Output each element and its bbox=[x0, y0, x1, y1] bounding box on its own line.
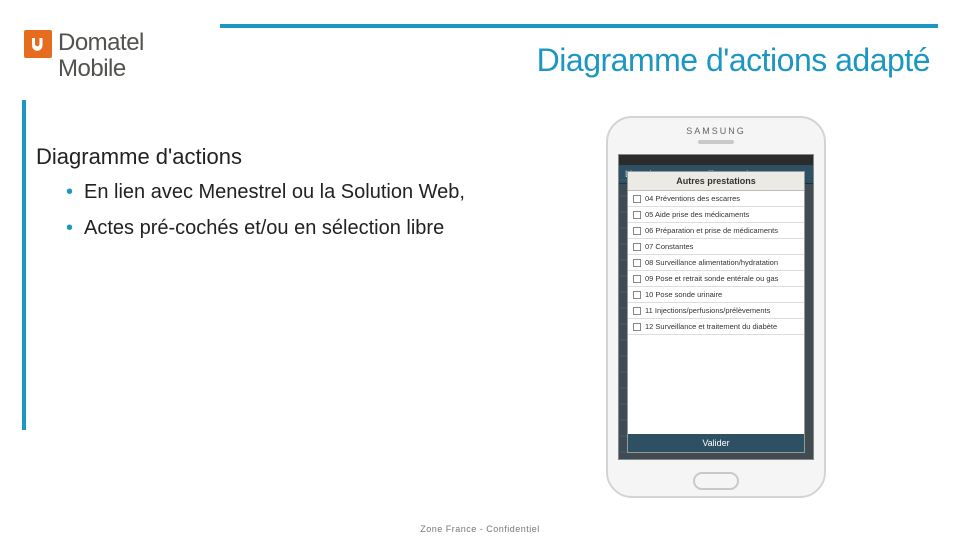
validate-button[interactable]: Valider bbox=[628, 434, 804, 452]
up-icon bbox=[24, 30, 52, 58]
item-label: 09 Pose et retrait sonde entérale ou gas bbox=[645, 274, 778, 283]
checkbox-icon[interactable] bbox=[633, 291, 641, 299]
checkbox-icon[interactable] bbox=[633, 227, 641, 235]
list-item[interactable]: 06 Préparation et prise de médicaments bbox=[628, 223, 804, 239]
phone-statusbar bbox=[619, 155, 813, 165]
list-item[interactable]: 04 Préventions des escarres bbox=[628, 191, 804, 207]
brand-logo: Domatel Mobile bbox=[24, 30, 144, 82]
checkbox-icon[interactable] bbox=[633, 307, 641, 315]
page-title: Diagramme d'actions adapté bbox=[537, 42, 930, 79]
list-item[interactable]: 07 Constantes bbox=[628, 239, 804, 255]
list-item[interactable]: 10 Pose sonde urinaire bbox=[628, 287, 804, 303]
brand-line1: Domatel bbox=[58, 29, 144, 56]
content-subtitle: Diagramme d'actions bbox=[36, 144, 556, 170]
list-item: Actes pré-cochés et/ou en sélection libr… bbox=[66, 216, 556, 240]
content-block: Diagramme d'actions En lien avec Menestr… bbox=[36, 144, 556, 252]
item-label: 06 Préparation et prise de médicaments bbox=[645, 226, 778, 235]
list-item: En lien avec Menestrel ou la Solution We… bbox=[66, 180, 556, 204]
list-item[interactable]: 09 Pose et retrait sonde entérale ou gas bbox=[628, 271, 804, 287]
phone-speaker-icon bbox=[698, 140, 734, 144]
brand-text: Domatel Mobile bbox=[58, 30, 144, 82]
checkbox-icon[interactable] bbox=[633, 275, 641, 283]
item-label: 08 Surveillance alimentation/hydratation bbox=[645, 258, 778, 267]
item-label: 12 Surveillance et traitement du diabète bbox=[645, 322, 777, 331]
phone-mock: SAMSUNG Liste des actes pour l'intervent… bbox=[606, 116, 826, 498]
vertical-accent-bar bbox=[22, 100, 26, 430]
header-rule bbox=[220, 24, 938, 28]
item-label: 07 Constantes bbox=[645, 242, 693, 251]
list-item[interactable]: 12 Surveillance et traitement du diabète bbox=[628, 319, 804, 335]
brand-line2: Mobile bbox=[58, 55, 126, 82]
footer-text: Zone France - Confidentiel bbox=[0, 524, 960, 534]
list-item[interactable]: 08 Surveillance alimentation/hydratation bbox=[628, 255, 804, 271]
checkbox-icon[interactable] bbox=[633, 259, 641, 267]
checkbox-icon[interactable] bbox=[633, 323, 641, 331]
home-button-icon bbox=[693, 472, 739, 490]
phone-brand: SAMSUNG bbox=[608, 126, 824, 136]
phone-screen: Liste des actes pour l'intervention Autr… bbox=[618, 154, 814, 460]
item-label: 10 Pose sonde urinaire bbox=[645, 290, 722, 299]
dialog: Autres prestations 04 Préventions des es… bbox=[627, 171, 805, 453]
item-label: 11 Injections/perfusions/prélèvements bbox=[645, 306, 770, 315]
dialog-header: Autres prestations bbox=[628, 172, 804, 191]
checkbox-icon[interactable] bbox=[633, 243, 641, 251]
dialog-list: 04 Préventions des escarres 05 Aide pris… bbox=[628, 191, 804, 434]
checkbox-icon[interactable] bbox=[633, 211, 641, 219]
checkbox-icon[interactable] bbox=[633, 195, 641, 203]
list-item[interactable]: 05 Aide prise des médicaments bbox=[628, 207, 804, 223]
bullet-list: En lien avec Menestrel ou la Solution We… bbox=[36, 180, 556, 240]
list-item[interactable]: 11 Injections/perfusions/prélèvements bbox=[628, 303, 804, 319]
item-label: 05 Aide prise des médicaments bbox=[645, 210, 749, 219]
item-label: 04 Préventions des escarres bbox=[645, 194, 740, 203]
